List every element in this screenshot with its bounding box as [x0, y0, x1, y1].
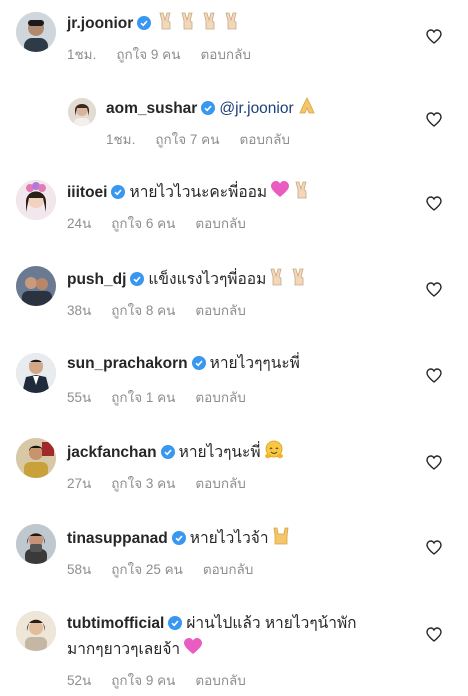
comment-body: jr.joonior — [67, 11, 244, 35]
verified-badge-icon — [168, 616, 183, 630]
comment-body: sun_prachakorn หายไวๆๆนะพี่ — [67, 353, 300, 375]
reply-button[interactable]: ตอบกลับ — [195, 390, 245, 405]
comment-body: aom_sushar @jr.joonior — [106, 96, 317, 120]
reply-button[interactable]: ตอบกลับ — [195, 476, 245, 491]
avatar[interactable] — [16, 611, 56, 651]
comment-body: push_dj แข็งแรงไวๆพี่ออม — [67, 267, 311, 291]
avatar[interactable] — [16, 12, 56, 52]
comment-meta: 52น ถูกใจ 9 คน ตอบกลับ — [67, 669, 246, 691]
comment-text: แข็งแรงไวๆพี่ออม — [148, 271, 267, 288]
sign-of-horns-icon — [272, 526, 290, 546]
username[interactable]: push_dj — [67, 271, 126, 288]
heart-outline-icon[interactable] — [426, 196, 442, 211]
comment-time: 24น — [67, 216, 92, 231]
victory-hand-icon — [158, 11, 244, 31]
like-count[interactable]: ถูกใจ 7 คน — [155, 132, 219, 147]
reply-button[interactable]: ตอบกลับ — [195, 303, 245, 318]
avatar[interactable] — [16, 438, 56, 478]
comment-text: หายไวๆๆนะพี่ — [209, 355, 300, 372]
username[interactable]: tubtimofficial — [67, 615, 164, 632]
comment-meta: 1ชม. ถูกใจ 7 คน ตอบกลับ — [106, 128, 290, 150]
comment-text: หายไวไวจ้า — [189, 530, 269, 547]
like-count[interactable]: ถูกใจ 9 คน — [116, 47, 180, 62]
comment-text: หายไวไวนะคะพี่ออม — [129, 184, 268, 201]
comment-body: jackfanchan หายไวๆนะพี่ — [67, 440, 284, 464]
comment-body: tinasuppanad หายไวไวจ้า — [67, 526, 290, 550]
comment-time: 52น — [67, 673, 92, 688]
hugging-face-icon — [264, 440, 284, 460]
verified-badge-icon — [191, 356, 206, 370]
comment-text-line2: มากๆยาวๆเลยจ้า — [67, 641, 181, 658]
like-count[interactable]: ถูกใจ 1 คน — [111, 390, 175, 405]
username[interactable]: jr.joonior — [67, 15, 133, 32]
comment-time: 1ชม. — [67, 47, 97, 62]
comment-text: ผ่านไปแล้ว หายไวๆน้าพัก — [186, 615, 357, 632]
verified-badge-icon — [201, 101, 216, 115]
folded-hands-icon — [297, 96, 317, 116]
avatar[interactable] — [68, 98, 96, 126]
comment-body: tubtimofficial ผ่านไปแล้ว หายไวๆน้าพัก — [67, 613, 357, 635]
like-count[interactable]: ถูกใจ 8 คน — [111, 303, 175, 318]
verified-badge-icon — [130, 272, 145, 286]
heart-outline-icon[interactable] — [426, 282, 442, 297]
verified-badge-icon — [160, 445, 175, 459]
username[interactable]: aom_sushar — [106, 100, 197, 117]
heart-outline-icon[interactable] — [426, 112, 442, 127]
sparkling-heart-icon — [270, 180, 314, 200]
like-count[interactable]: ถูกใจ 6 คน — [111, 216, 175, 231]
reply-button[interactable]: ตอบกลับ — [239, 132, 289, 147]
avatar[interactable] — [16, 266, 56, 306]
comment-meta: 1ชม. ถูกใจ 9 คน ตอบกลับ — [67, 43, 251, 65]
mention-link[interactable]: @jr.joonior — [219, 100, 293, 117]
reply-button[interactable]: ตอบกลับ — [203, 562, 253, 577]
heart-outline-icon[interactable] — [426, 455, 442, 470]
avatar[interactable] — [16, 353, 56, 393]
comment-meta: 55น ถูกใจ 1 คน ตอบกลับ — [67, 386, 246, 408]
username[interactable]: jackfanchan — [67, 444, 157, 461]
heart-outline-icon[interactable] — [426, 29, 442, 44]
verified-badge-icon — [111, 185, 126, 199]
username[interactable]: tinasuppanad — [67, 530, 168, 547]
comment-time: 1ชม. — [106, 132, 136, 147]
avatar[interactable] — [16, 180, 56, 220]
comment-time: 27น — [67, 476, 92, 491]
comment-meta: 27น ถูกใจ 3 คน ตอบกลับ — [67, 472, 246, 494]
comment-time: 38น — [67, 303, 92, 318]
reply-button[interactable]: ตอบกลับ — [195, 673, 245, 688]
heart-outline-icon[interactable] — [426, 368, 442, 383]
comment-time: 55น — [67, 390, 92, 405]
reply-button[interactable]: ตอบกลับ — [200, 47, 250, 62]
heart-outline-icon[interactable] — [426, 627, 442, 642]
like-count[interactable]: ถูกใจ 25 คน — [111, 562, 183, 577]
comment-body-line2: มากๆยาวๆเลยจ้า — [67, 637, 203, 661]
comment-meta: 58น ถูกใจ 25 คน ตอบกลับ — [67, 558, 253, 580]
verified-badge-icon — [137, 16, 152, 30]
sparkling-heart-icon — [183, 637, 203, 657]
comment-meta: 24น ถูกใจ 6 คน ตอบกลับ — [67, 212, 246, 234]
username[interactable]: iiitoei — [67, 184, 107, 201]
reply-button[interactable]: ตอบกลับ — [195, 216, 245, 231]
victory-hand-icon — [269, 267, 311, 287]
comment-time: 58น — [67, 562, 92, 577]
like-count[interactable]: ถูกใจ 9 คน — [111, 673, 175, 688]
comment-meta: 38น ถูกใจ 8 คน ตอบกลับ — [67, 299, 246, 321]
verified-badge-icon — [171, 531, 186, 545]
avatar[interactable] — [16, 524, 56, 564]
comment-body: iiitoei หายไวไวนะคะพี่ออม — [67, 180, 314, 204]
heart-outline-icon[interactable] — [426, 540, 442, 555]
like-count[interactable]: ถูกใจ 3 คน — [111, 476, 175, 491]
comment-text: หายไวๆนะพี่ — [178, 444, 261, 461]
username[interactable]: sun_prachakorn — [67, 355, 188, 372]
